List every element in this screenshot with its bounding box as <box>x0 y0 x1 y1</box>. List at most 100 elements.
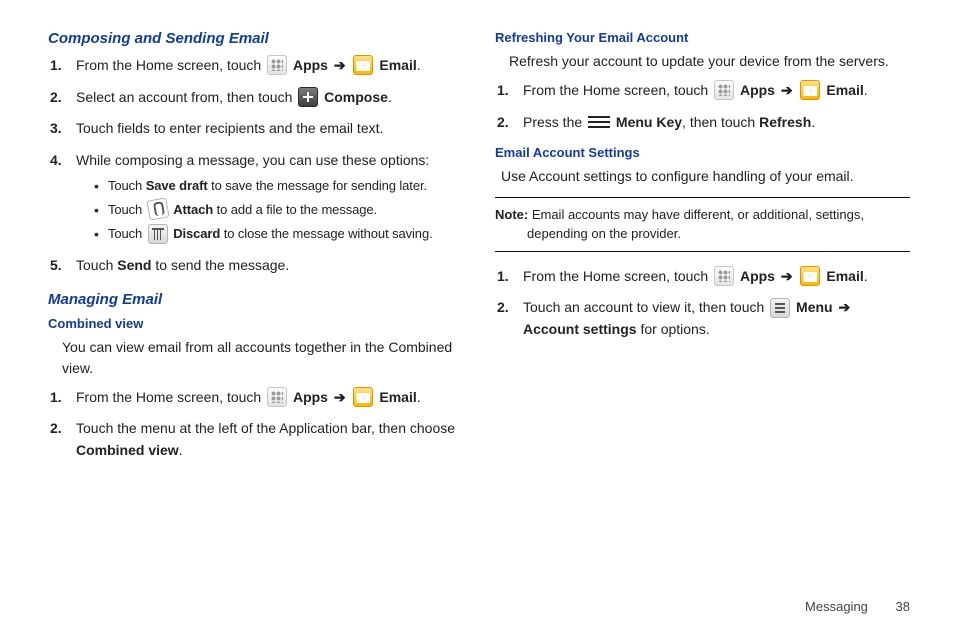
bullet-text: to add a file to the message. <box>213 202 377 217</box>
email-icon <box>353 55 373 75</box>
step-text: From the Home screen, touch <box>523 82 712 98</box>
settings-steps: 1. From the Home screen, touch Apps ➔ Em… <box>495 266 910 341</box>
bullet-bold: Attach <box>173 202 213 217</box>
step: 3. Touch fields to enter recipients and … <box>76 118 463 140</box>
bullet-text: Touch <box>108 202 146 217</box>
step-text: for options. <box>637 321 710 337</box>
two-column-layout: Composing and Sending Email 1. From the … <box>48 30 910 472</box>
heading-composing: Composing and Sending Email <box>48 30 463 47</box>
period: . <box>864 268 868 284</box>
email-label: Email <box>379 57 416 73</box>
refresh-intro: Refresh your account to update your devi… <box>509 51 910 72</box>
step-text: From the Home screen, touch <box>76 389 265 405</box>
send-label: Send <box>117 257 151 273</box>
step-text: From the Home screen, touch <box>523 268 712 284</box>
step-number: 2. <box>50 87 62 109</box>
email-icon <box>353 387 373 407</box>
compose-steps: 1. From the Home screen, touch Apps ➔ Em… <box>48 55 463 277</box>
page-footer: Messaging 38 <box>805 599 910 614</box>
bullet: Touch Discard to close the message witho… <box>108 224 463 245</box>
step-number: 1. <box>497 266 509 288</box>
email-label: Email <box>379 389 416 405</box>
step-number: 1. <box>50 55 62 77</box>
refresh-steps: 1. From the Home screen, touch Apps ➔ Em… <box>495 80 910 133</box>
heading-managing: Managing Email <box>48 291 463 308</box>
step-text: Touch <box>76 257 117 273</box>
period: . <box>417 389 421 405</box>
apps-label: Apps <box>293 389 328 405</box>
email-label: Email <box>826 82 863 98</box>
step-text: Select an account from, then touch <box>76 89 296 105</box>
bullet: Touch Save draft to save the message for… <box>108 176 463 196</box>
arrow-icon: ➔ <box>779 268 795 284</box>
step: 2. Touch an account to view it, then tou… <box>523 297 910 340</box>
apps-label: Apps <box>740 82 775 98</box>
step-number: 2. <box>50 418 62 440</box>
combined-view-label: Combined view <box>76 442 179 458</box>
heading-refresh: Refreshing Your Email Account <box>495 30 910 45</box>
bullet-bold: Save draft <box>146 178 208 193</box>
bullet: Touch Attach to add a file to the messag… <box>108 200 463 221</box>
account-settings-label: Account settings <box>523 321 637 337</box>
compose-icon <box>298 87 318 107</box>
note-label: Note: <box>495 207 528 222</box>
period: . <box>388 89 392 105</box>
note-box: Note: Email accounts may have different,… <box>495 197 910 251</box>
attach-icon <box>146 198 169 221</box>
step-text: to send the message. <box>151 257 289 273</box>
arrow-icon: ➔ <box>837 299 853 315</box>
step: 1. From the Home screen, touch Apps ➔ Em… <box>76 55 463 77</box>
bullet-text: Touch <box>108 226 146 241</box>
apps-icon <box>267 387 287 407</box>
step: 2. Select an account from, then touch Co… <box>76 87 463 109</box>
step: 1. From the Home screen, touch Apps ➔ Em… <box>523 80 910 102</box>
bullet-text: to save the message for sending later. <box>208 178 427 193</box>
period: . <box>417 57 421 73</box>
period: . <box>811 114 815 130</box>
note-text: Email accounts may have different, or ad… <box>527 207 864 240</box>
bullet-text: Touch <box>108 178 146 193</box>
footer-page-number: 38 <box>896 599 910 614</box>
right-column: Refreshing Your Email Account Refresh yo… <box>495 30 910 472</box>
email-icon <box>800 80 820 100</box>
arrow-icon: ➔ <box>332 57 348 73</box>
step: 2. Touch the menu at the left of the App… <box>76 418 463 461</box>
arrow-icon: ➔ <box>779 82 795 98</box>
step: 2. Press the Menu Key, then touch Refres… <box>523 112 910 134</box>
menu-key-icon <box>588 115 610 129</box>
step-number: 4. <box>50 150 62 172</box>
discard-icon <box>148 224 168 244</box>
compose-label: Compose <box>324 89 388 105</box>
step-number: 5. <box>50 255 62 277</box>
email-icon <box>800 266 820 286</box>
step-text: , then touch <box>682 114 759 130</box>
email-label: Email <box>826 268 863 284</box>
combined-steps: 1. From the Home screen, touch Apps ➔ Em… <box>48 387 463 462</box>
step-text: From the Home screen, touch <box>76 57 265 73</box>
step-text: Press the <box>523 114 586 130</box>
refresh-label: Refresh <box>759 114 811 130</box>
apps-icon <box>267 55 287 75</box>
menu-icon <box>770 298 790 318</box>
left-column: Composing and Sending Email 1. From the … <box>48 30 463 472</box>
step-text: Touch the menu at the left of the Applic… <box>76 420 455 436</box>
apps-label: Apps <box>740 268 775 284</box>
step: 1. From the Home screen, touch Apps ➔ Em… <box>76 387 463 409</box>
period: . <box>179 442 183 458</box>
step-text: Touch fields to enter recipients and the… <box>76 120 383 136</box>
step-number: 2. <box>497 297 509 319</box>
step-number: 1. <box>50 387 62 409</box>
menu-label: Menu <box>796 299 833 315</box>
step-text: Touch an account to view it, then touch <box>523 299 768 315</box>
options-bullets: Touch Save draft to save the message for… <box>76 176 463 245</box>
period: . <box>864 82 868 98</box>
step-number: 2. <box>497 112 509 134</box>
combined-intro: You can view email from all accounts tog… <box>62 337 463 379</box>
footer-section: Messaging <box>805 599 868 614</box>
manual-page: Composing and Sending Email 1. From the … <box>0 0 954 636</box>
menu-key-label: Menu Key <box>616 114 682 130</box>
arrow-icon: ➔ <box>332 389 348 405</box>
heading-combined-view: Combined view <box>48 316 463 331</box>
bullet-bold: Discard <box>173 226 220 241</box>
apps-label: Apps <box>293 57 328 73</box>
